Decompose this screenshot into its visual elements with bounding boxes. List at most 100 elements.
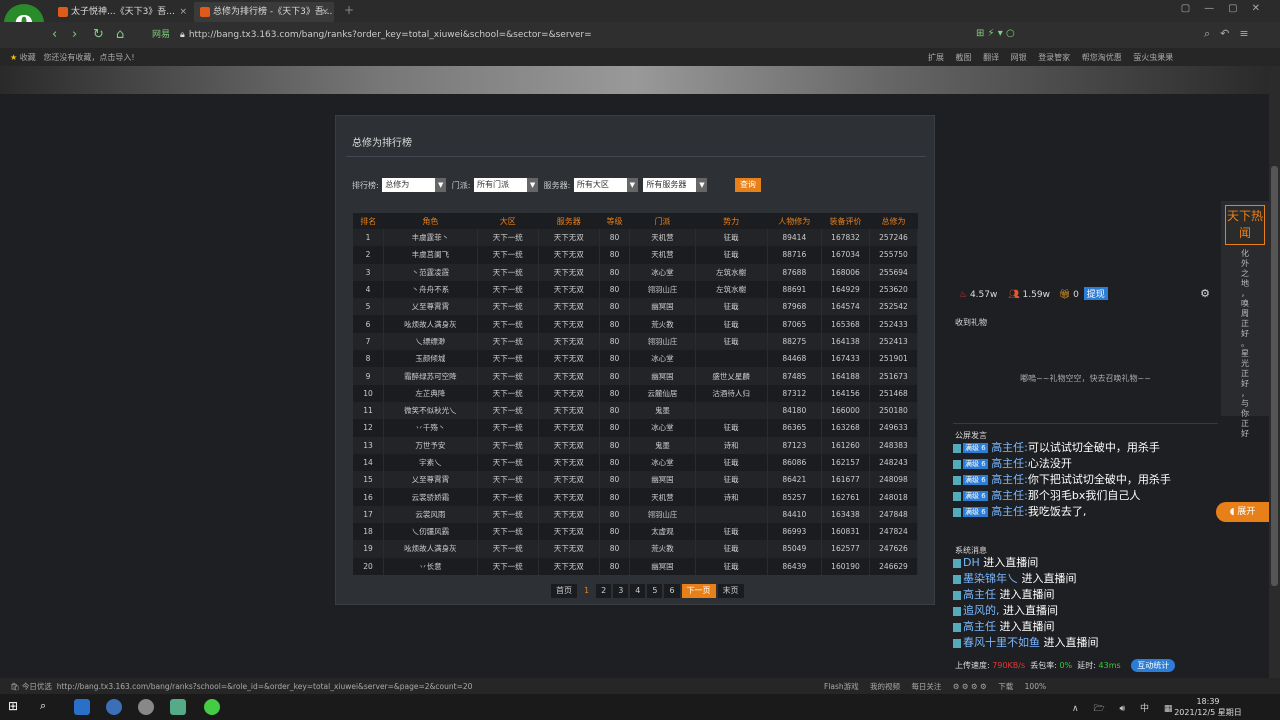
region-select[interactable]: 所有大区 ▼ (573, 178, 638, 192)
hot-news-badge[interactable]: 天下热闻 (1225, 205, 1265, 245)
scrollbar-thumb[interactable] (1271, 166, 1278, 586)
table-row[interactable]: 3 丶范霆凌霞 天下一统 天下无双 80 冰心堂 左筑水榭 87688 168006 255694 (353, 263, 919, 281)
system-message-list[interactable]: DH 进入直播间 墨染锦年乀 进入直播间 高主任 进入直播间 追风的, 进入直播间 高主… (953, 555, 1215, 649)
close-icon[interactable]: × (179, 2, 187, 22)
page-number-button[interactable]: 1 (579, 584, 594, 598)
status-flash-games[interactable]: Flash游戏 (824, 682, 859, 691)
chat-message: 满级 6 高主任:可以试试切全破中，用杀手 (953, 440, 1215, 456)
table-row[interactable]: 4 丶舟舟不系 天下一统 天下无双 80 翎羽山庄 左筑水榭 88691 164929 25362… (353, 280, 919, 299)
bookmark-login[interactable]: 登录管家 (1038, 53, 1070, 62)
table-row[interactable]: 7 乀缥缥渺 天下一统 天下无双 80 翎羽山庄 征戢 88275 164138 252413 (353, 332, 919, 351)
table-row[interactable]: 18 乀仞疆风霸 天下一统 天下无双 80 太虚观 征戢 86993 160831 247824 (353, 523, 919, 541)
address-bar[interactable]: 网易 🔒︎ http://bang.tx3.163.com/bang/ranks?o… (152, 26, 962, 44)
table-row[interactable]: 17 云裳风雨 天下一统 天下无双 80 翎羽山庄 84410 163438 247848 (353, 505, 919, 524)
status-daily[interactable]: 每日关注 (911, 682, 941, 691)
page-number-button[interactable]: 2 (596, 584, 612, 598)
clock[interactable]: 18:39 2021/12/5 星期日 (1172, 696, 1244, 718)
tab-2[interactable]: 总修为排行榜 -《天下3》吾... × (194, 2, 334, 22)
hot-news-widget[interactable]: 天下热闻 化外之地，唤周正好。星光正好，与你正好 (1221, 201, 1269, 438)
pagination: 首页 1 2 3 4 5 6 下一页 末页 (551, 584, 746, 598)
refresh-icon[interactable]: ↻ (93, 27, 104, 42)
table-row[interactable]: 5 乂至尊霄霄 天下一统 天下无双 80 幽冥国 征戢 87968 164574 252542 (353, 298, 919, 316)
query-button[interactable]: 查询 (734, 178, 761, 192)
bookmark-deals[interactable]: 帮您淘优惠 (1082, 53, 1122, 62)
table-row[interactable]: 9 霜醉绿苏可空降 天下一统 天下无双 80 幽冥国 盛世乂星麟 87485 164188 251… (353, 367, 919, 385)
window-controls[interactable]: ▢—▢✕ (1181, 3, 1274, 14)
edge-browser-icon[interactable] (74, 699, 90, 715)
badge-icon (953, 475, 961, 485)
browser-taskbar-icon[interactable] (204, 699, 220, 715)
public-chat-list[interactable]: 满级 6 高主任:可以试试切全破中，用杀手 满级 6 高主任:心法没开 满级 6 高… (953, 440, 1215, 534)
table-row[interactable]: 1 丰虞霆菲丶 天下一统 天下无双 80 天机营 征戢 89414 167832 257246 (353, 229, 919, 247)
first-page-button[interactable]: 首页 (551, 584, 577, 598)
table-row[interactable]: 6 吆烦故人满身灰 天下一统 天下无双 80 荒火教 征戢 87065 165368 252433 (353, 315, 919, 333)
app-icon[interactable] (138, 699, 154, 715)
table-row[interactable]: 19 吆烦故人满身灰 天下一统 天下无双 80 荒火教 征戢 85049 162577 24762… (353, 540, 919, 558)
forward-icon[interactable]: › (72, 27, 77, 42)
bookmark-hint[interactable]: 您还没有收藏，点击导入! (43, 53, 134, 62)
table-cell: 162157 (821, 453, 870, 472)
page-number-button[interactable]: 6 (664, 584, 680, 598)
table-row[interactable]: 8 玉颜倾城 天下一统 天下无双 80 冰心堂 84468 167433 251901 (353, 350, 919, 368)
ime-indicator[interactable]: 中 (1140, 704, 1155, 714)
page-number-button[interactable]: 5 (647, 584, 663, 598)
system-tray[interactable]: ∧ 🗁︎ 🔊︎ 中 ▦ (1072, 701, 1178, 717)
bookmark-translate[interactable]: 翻译 (983, 53, 999, 62)
interaction-stats-button[interactable]: 互动统计 (1131, 659, 1176, 672)
back-icon[interactable]: ‹ (52, 27, 57, 42)
system-username[interactable]: 墨染锦年乀 (963, 572, 1018, 585)
chat-username[interactable]: 高主任: (991, 441, 1028, 454)
tab-1[interactable]: 太子悦神...《天下3》吾... × (52, 2, 192, 22)
kugou-icon[interactable] (106, 699, 122, 715)
system-username[interactable]: 高主任 (963, 588, 996, 601)
new-tab-icon[interactable]: + (344, 3, 354, 17)
table-row[interactable]: 14 宇素乀 天下一统 天下无双 80 冰心堂 征戢 86086 162157 248243 (353, 453, 919, 472)
table-row[interactable]: 10 左芷典降 天下一统 天下无双 80 云麓仙居 沽酒待人归 87312 164156 2514… (353, 384, 919, 402)
expand-button[interactable]: ◖ 展开 (1216, 502, 1269, 522)
home-icon[interactable]: ⌂ (116, 27, 124, 42)
chat-username[interactable]: 高主任: (991, 505, 1028, 518)
chat-username[interactable]: 高主任: (991, 473, 1028, 486)
system-username[interactable]: 高主任 (963, 620, 996, 633)
system-username[interactable]: 春风十里不如鱼 (963, 636, 1040, 649)
close-icon[interactable]: × (321, 2, 329, 22)
status-tools-icon[interactable]: ⚙ ⚙ ⚙ ⚙ (953, 682, 987, 691)
bookmark-label[interactable]: 收藏 (20, 53, 36, 62)
chat-username[interactable]: 高主任: (991, 457, 1028, 470)
bookmark-screenshot[interactable]: 截图 (956, 53, 972, 62)
app-icon[interactable] (170, 699, 186, 715)
table-row[interactable]: 16 云裳骄娇霜 天下一统 天下无双 80 天机营 诗和 85257 162761 248018 (353, 488, 919, 506)
withdraw-button[interactable]: 提现 (1083, 287, 1108, 300)
bookmark-extension[interactable]: 扩展 (928, 53, 944, 62)
rank-select[interactable]: 总修为 ▼ (382, 178, 447, 192)
table-row[interactable]: 11 微笑不似秋光乀 天下一统 天下无双 80 鬼墨 84180 166000 250180 (353, 401, 919, 420)
status-my-videos[interactable]: 我的视频 (870, 682, 900, 691)
page-number-button[interactable]: 4 (630, 584, 646, 598)
table-row[interactable]: 12 丷千殇丶 天下一统 天下无双 80 冰心堂 征戢 86365 163268 249633 (353, 419, 919, 437)
page-scrollbar[interactable] (1269, 66, 1280, 678)
table-cell: 天下无双 (538, 229, 600, 247)
status-zoom[interactable]: 100% (1025, 682, 1046, 691)
next-page-button[interactable]: 下一页 (681, 584, 716, 598)
search-icon[interactable]: ⌕ (40, 699, 56, 715)
page-number-button[interactable]: 3 (613, 584, 629, 598)
bookmark-user[interactable]: 萤火虫果果 (1133, 53, 1173, 62)
server-select[interactable]: 所有服务器 ▼ (643, 178, 708, 192)
system-username[interactable]: 追风的, (963, 604, 1000, 617)
system-username[interactable]: DH (963, 556, 980, 569)
table-cell: 天下无双 (538, 246, 600, 264)
bookmark-bank[interactable]: 网银 (1011, 53, 1027, 62)
table-row[interactable]: 20 丷长意 天下一统 天下无双 80 幽冥国 征戢 86439 160190 246629 (353, 557, 919, 575)
windows-start-icon[interactable]: ⊞ (8, 699, 24, 715)
toolbar-icons[interactable]: ⌕↶≡ (1204, 27, 1259, 41)
status-download[interactable]: 下载 (998, 682, 1013, 691)
status-picks[interactable]: 今日优选 (22, 682, 52, 691)
table-row[interactable]: 13 万世予安 天下一统 天下无双 80 鬼墨 诗和 87123 161260 248383 (353, 436, 919, 454)
extensions-icon[interactable]: ⊞ ⚡ ▾ ○ (976, 28, 1015, 39)
settings-gear-icon[interactable]: ⚙ (1200, 287, 1210, 300)
table-row[interactable]: 2 丰虞莒阑飞 天下一统 天下无双 80 天机营 征戢 88716 167034 255750 (353, 246, 919, 264)
chat-username[interactable]: 高主任: (991, 489, 1028, 502)
last-page-button[interactable]: 末页 (717, 584, 744, 598)
table-row[interactable]: 15 乂至尊霄霄 天下一统 天下无双 80 幽冥国 征戢 86421 161677 248098 (353, 471, 919, 489)
school-select[interactable]: 所有门派 ▼ (474, 178, 539, 192)
